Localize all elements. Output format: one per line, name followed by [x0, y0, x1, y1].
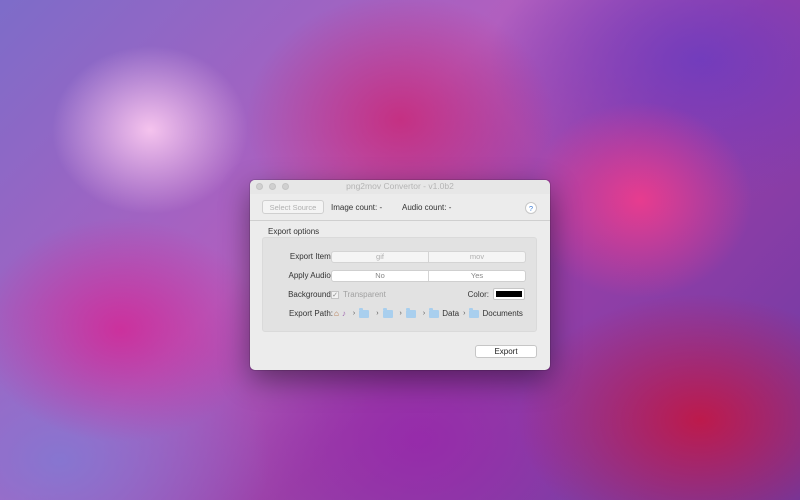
- export-path-control[interactable]: ⌂ ♪ › › › › Data › Documents: [334, 307, 523, 318]
- apply-audio-option-no[interactable]: No: [332, 271, 428, 281]
- export-options-panel: Export Item: gif mov Apply Audio: No Yes…: [262, 237, 537, 332]
- app-window: png2mov Convertor - v1.0b2 Select Source…: [250, 180, 550, 370]
- export-button[interactable]: Export: [475, 345, 537, 358]
- folder-icon: [382, 307, 393, 318]
- audio-count: Audio count: -: [402, 203, 452, 212]
- hard-disk-icon: ⌂: [334, 309, 339, 318]
- toolbar: Select Source Image count: - Audio count…: [250, 194, 550, 221]
- folder-icon: [429, 307, 440, 318]
- window-title: png2mov Convertor - v1.0b2: [346, 181, 454, 191]
- user-icon: ♪: [341, 309, 346, 318]
- color-well[interactable]: [493, 288, 525, 300]
- export-item-label: Export Item:: [289, 252, 333, 261]
- export-item-segmented-control: gif mov: [331, 251, 526, 263]
- path-separator: ›: [352, 310, 356, 317]
- export-options-title: Export options: [268, 227, 320, 236]
- path-separator: ›: [399, 310, 402, 317]
- path-separator: ›: [422, 310, 426, 317]
- title-bar[interactable]: png2mov Convertor - v1.0b2: [250, 180, 550, 194]
- path-segment-data[interactable]: Data: [429, 307, 459, 318]
- transparent-checkbox-label[interactable]: Transparent: [343, 290, 386, 299]
- color-label: Color:: [467, 290, 489, 299]
- path-segment-folder-1[interactable]: [359, 307, 372, 318]
- export-item-option-gif[interactable]: gif: [332, 252, 428, 262]
- path-segment-folder-3[interactable]: [405, 307, 419, 318]
- background-label: Background:: [288, 290, 333, 299]
- apply-audio-option-yes[interactable]: Yes: [428, 271, 525, 281]
- color-swatch: [496, 291, 522, 297]
- export-path-label: Export Path:: [288, 309, 333, 318]
- path-separator: ›: [376, 310, 379, 317]
- path-segment-folder-2[interactable]: [382, 307, 396, 318]
- folder-icon: [469, 307, 480, 318]
- image-count: Image count: -: [331, 203, 383, 212]
- apply-audio-label: Apply Audio:: [288, 271, 333, 280]
- select-source-button[interactable]: Select Source: [262, 200, 324, 214]
- apply-audio-segmented-control: No Yes: [331, 270, 526, 282]
- folder-icon: [359, 307, 370, 318]
- path-segment-disk[interactable]: ⌂ ♪: [334, 309, 349, 318]
- transparent-checkbox[interactable]: ✓: [331, 291, 339, 299]
- path-separator: ›: [463, 310, 466, 317]
- export-item-option-mov[interactable]: mov: [428, 252, 525, 262]
- help-button[interactable]: ?: [525, 202, 537, 214]
- folder-icon: [405, 307, 416, 318]
- path-segment-documents[interactable]: Documents: [469, 307, 523, 318]
